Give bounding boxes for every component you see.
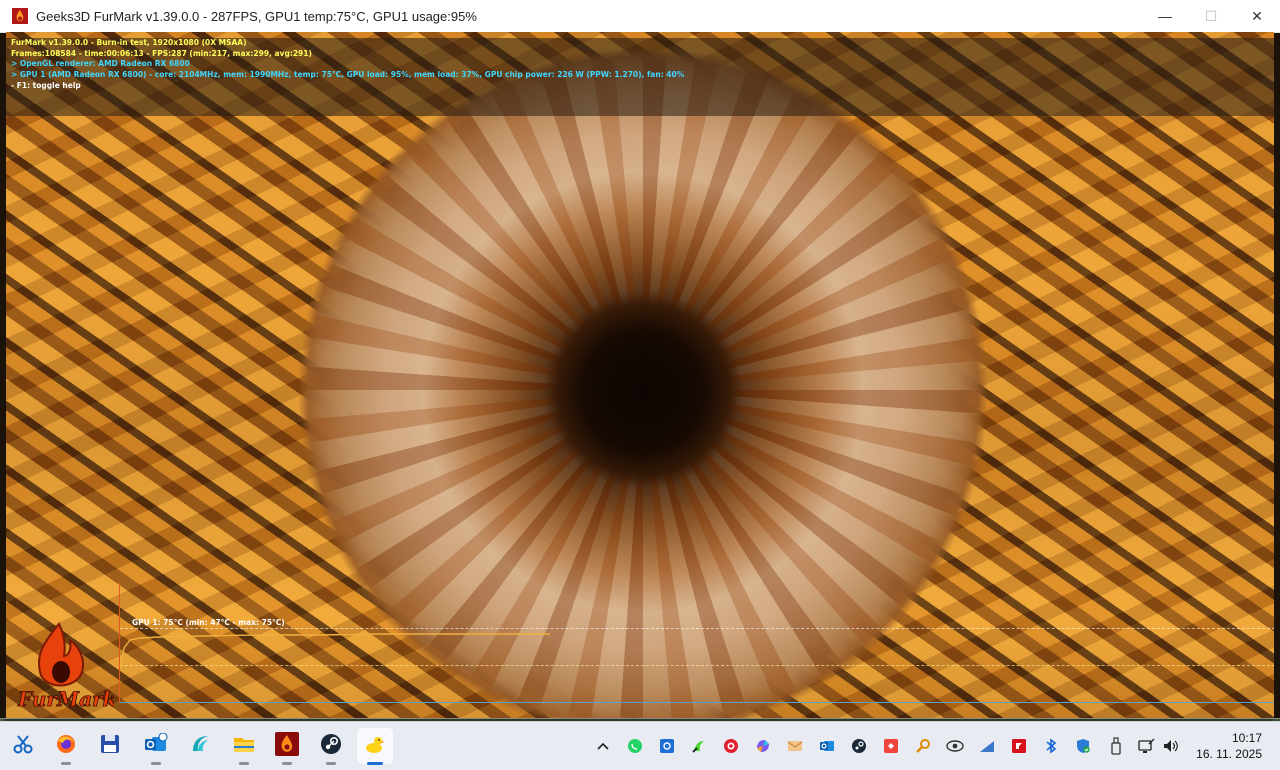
taskbar-furmark[interactable] xyxy=(269,728,305,765)
render-canvas[interactable]: FurMark v1.39.0.0 - Burn-in test, 1920x1… xyxy=(6,32,1274,718)
running-indicator xyxy=(151,762,161,765)
nvidia-eye-icon[interactable] xyxy=(945,736,965,756)
taskbar-browser-wave[interactable] xyxy=(182,728,218,764)
furmark-window: Geeks3D FurMark v1.39.0.0 - 287FPS, GPU1… xyxy=(0,0,1280,718)
taskbar-duck-app[interactable] xyxy=(357,728,393,765)
close-button[interactable]: ✕ xyxy=(1234,0,1280,32)
clock-time: 10:17 xyxy=(1231,731,1262,745)
mail-icon[interactable] xyxy=(785,736,805,756)
cursor-app-icon[interactable] xyxy=(721,736,741,756)
network-bars-icon[interactable] xyxy=(977,736,997,756)
hud-title-line: FurMark v1.39.0.0 - Burn-in test, 1920x1… xyxy=(11,38,247,47)
whatsapp-icon[interactable] xyxy=(625,736,645,756)
amd-icon[interactable] xyxy=(1009,736,1029,756)
temperature-curve xyxy=(120,633,550,669)
minimize-button[interactable]: — xyxy=(1142,0,1188,32)
hud-overlay: FurMark v1.39.0.0 - Burn-in test, 1920x1… xyxy=(6,38,1274,116)
duck-app-icon xyxy=(363,732,387,761)
taskbar-snipping-tool[interactable] xyxy=(5,728,41,764)
steam-icon xyxy=(319,732,343,761)
usb-drive-icon[interactable] xyxy=(1106,736,1126,756)
graph-temp-label: GPU 1: 75°C (min: 47°C - max: 75°C) xyxy=(132,618,285,627)
file-explorer-icon xyxy=(232,733,256,760)
clock-date: 16. 11. 2025 xyxy=(1196,747,1262,761)
browser-wave-icon xyxy=(189,733,211,760)
search-key-icon[interactable] xyxy=(913,736,933,756)
wifi-icon[interactable] xyxy=(1137,736,1157,756)
outlook-tray-icon[interactable] xyxy=(817,736,837,756)
chevron-up-icon[interactable] xyxy=(593,736,613,756)
window-controls: — ☐ ✕ xyxy=(1142,0,1280,32)
running-indicator xyxy=(61,762,71,765)
snipping-tool-icon xyxy=(12,733,34,760)
svg-text:FurMark: FurMark xyxy=(17,687,114,710)
taskbar: 10:17 16. 11. 2025 xyxy=(0,721,1280,770)
title-bar[interactable]: Geeks3D FurMark v1.39.0.0 - 287FPS, GPU1… xyxy=(0,0,1280,33)
running-indicator xyxy=(367,762,383,765)
save-floppy-icon xyxy=(99,733,121,760)
volume-icon[interactable] xyxy=(1161,736,1181,756)
hud-renderer-line: > OpenGL renderer: AMD Radeon RX 6800 xyxy=(11,59,190,69)
window-title: Geeks3D FurMark v1.39.0.0 - 287FPS, GPU1… xyxy=(36,8,477,24)
taskbar-steam[interactable] xyxy=(313,728,349,765)
hud-help-line: - F1: toggle help xyxy=(11,80,81,90)
anydesk-icon[interactable] xyxy=(881,736,901,756)
settings-app-icon[interactable] xyxy=(657,736,677,756)
running-indicator xyxy=(326,762,336,765)
temperature-graph: GPU 1: 75°C (min: 47°C - max: 75°C) xyxy=(119,582,1274,703)
running-indicator xyxy=(282,762,292,765)
taskbar-firefox[interactable] xyxy=(48,728,84,765)
system-clock[interactable]: 10:17 16. 11. 2025 xyxy=(1196,730,1262,762)
outlook-icon xyxy=(144,732,168,760)
furmark-icon xyxy=(275,731,299,761)
furmark-app-icon xyxy=(12,8,28,24)
bluetooth-icon[interactable] xyxy=(1041,736,1061,756)
hud-gpu-line: > GPU 1 (AMD Radeon RX 6800) - core: 210… xyxy=(11,70,685,80)
steam-tray-icon[interactable] xyxy=(849,736,869,756)
razer-icon[interactable] xyxy=(689,736,709,756)
copilot-icon[interactable] xyxy=(753,736,773,756)
maximize-button[interactable]: ☐ xyxy=(1188,0,1234,32)
firefox-icon xyxy=(55,733,77,760)
furmark-logo: FurMark xyxy=(14,620,117,711)
hud-frames-line: Frames:108584 - time:00:06:13 - FPS:287 … xyxy=(11,48,312,58)
taskbar-outlook[interactable] xyxy=(138,728,174,765)
running-indicator xyxy=(239,762,249,765)
taskbar-file-explorer[interactable] xyxy=(226,728,262,765)
taskbar-save-app[interactable] xyxy=(92,728,128,764)
security-shield-icon[interactable] xyxy=(1073,736,1093,756)
